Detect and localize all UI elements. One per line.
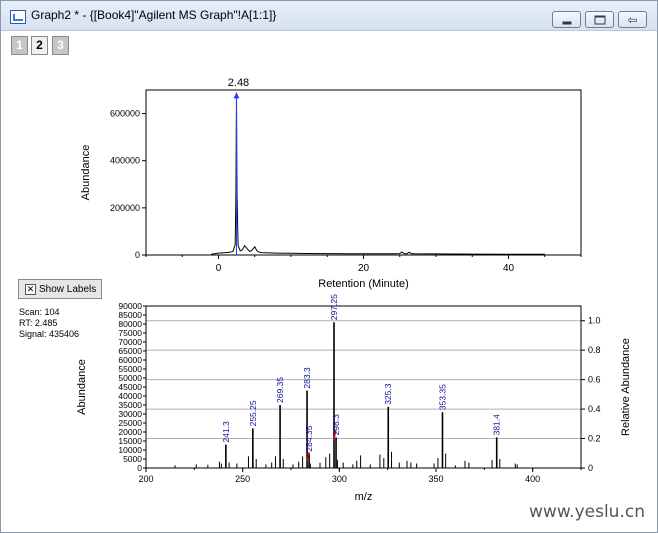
chromatogram-plot-frame xyxy=(145,89,582,256)
peak-mz-label: 297.25 xyxy=(329,294,339,320)
x-axis-label: m/z xyxy=(355,491,373,503)
window-title: Graph2 * - {[Book4]"Agilent MS Graph"!A[… xyxy=(31,8,277,22)
checkbox-icon: ✕ xyxy=(25,284,36,295)
y-tick-label: 400000 xyxy=(110,156,140,166)
peak-mz-label: 381.4 xyxy=(492,414,502,436)
y-tick-label: 40000 xyxy=(118,391,142,401)
peak-mz-label: 298.3 xyxy=(331,414,341,436)
y-tick-label: 65000 xyxy=(118,346,142,356)
y-tick-label: 5000 xyxy=(123,454,142,464)
y-tick-label: 0 xyxy=(137,463,142,473)
maximize-button[interactable] xyxy=(585,11,614,28)
title-bar[interactable]: Graph2 * - {[Book4]"Agilent MS Graph"!A[… xyxy=(1,1,657,31)
peak-label: 2.48 xyxy=(228,77,249,89)
y-tick-label: 75000 xyxy=(118,328,142,338)
rt-marker-arrow xyxy=(233,92,240,99)
restore-icon: ⇦ xyxy=(627,12,638,27)
y-tick-label: 55000 xyxy=(118,364,142,374)
minimize-button[interactable] xyxy=(552,11,581,28)
show-labels-label: Show Labels xyxy=(39,284,97,295)
y-tick-label: 20000 xyxy=(118,427,142,437)
y-tick-label: 70000 xyxy=(118,337,142,347)
graph-window-icon[interactable] xyxy=(10,10,26,24)
layer-tab-2[interactable]: 2 xyxy=(31,36,48,55)
scan-number: Scan: 104 xyxy=(19,307,60,317)
graph-window: Graph2 * - {[Book4]"Agilent MS Graph"!A[… xyxy=(0,0,658,533)
peak-mz-label: 269.35 xyxy=(275,377,285,403)
watermark-text: www.yeslu.cn xyxy=(529,502,645,522)
y-tick-label: 10000 xyxy=(118,445,142,455)
peak-mz-label: 325.3 xyxy=(383,383,393,405)
mass-spectrum-chart[interactable]: 200 250 300 350 4000500010000150002000025000… xyxy=(1,1,657,532)
y-tick-label: 90000 xyxy=(118,301,142,311)
y-tick-label: 45000 xyxy=(118,382,142,392)
x-tick-label: 400 xyxy=(525,474,540,484)
x-tick-label: 20 xyxy=(358,263,370,274)
y2-tick-label: 0.2 xyxy=(588,434,601,444)
x-axis-label: Retention (Minute) xyxy=(318,278,409,290)
spectrum-plot-frame xyxy=(145,305,582,469)
y-tick-label: 30000 xyxy=(118,409,142,419)
isotope-highlight-line xyxy=(306,451,310,461)
show-labels-button[interactable]: ✕ Show Labels xyxy=(18,279,102,299)
y-axis-label: Abundance xyxy=(80,145,92,201)
x-tick-label: 200 xyxy=(138,474,153,484)
x-tick-label: 40 xyxy=(503,263,515,274)
chromatogram-trace xyxy=(211,92,545,255)
y-axis-label: Abundance xyxy=(76,359,88,415)
peak-mz-label: 353.35 xyxy=(437,384,447,410)
chromatogram-chart[interactable]: 0 20 40 0 200000 400000 600000 Retention (Minut… xyxy=(1,1,657,301)
x-tick-label: 300 xyxy=(332,474,347,484)
x-tick-label: 0 xyxy=(216,263,222,274)
peak-mz-label: 241.3 xyxy=(221,421,231,443)
maximize-icon xyxy=(594,15,605,24)
isotope-highlight-line xyxy=(333,430,337,440)
y-tick-label: 25000 xyxy=(118,418,142,428)
y-tick-label: 600000 xyxy=(110,109,140,119)
y-tick-label: 60000 xyxy=(118,355,142,365)
y2-tick-label: 1.0 xyxy=(588,316,601,326)
y-tick-label: 80000 xyxy=(118,319,142,329)
y2-tick-label: 0.8 xyxy=(588,345,601,355)
y2-tick-label: 0 xyxy=(588,463,593,473)
y-tick-label: 0 xyxy=(135,250,140,260)
y-tick-label: 200000 xyxy=(110,203,140,213)
y-tick-label: 85000 xyxy=(118,310,142,320)
y2-tick-label: 0.6 xyxy=(588,375,601,385)
y2-axis-label: Relative Abundance xyxy=(620,338,632,436)
retention-time: RT: 2.485 xyxy=(19,318,58,328)
signal-value: Signal: 435406 xyxy=(19,329,80,339)
y-tick-label: 15000 xyxy=(118,436,142,446)
x-tick-label: 350 xyxy=(428,474,443,484)
minimize-icon xyxy=(562,21,571,24)
y-tick-label: 50000 xyxy=(118,373,142,383)
restore-button[interactable]: ⇦ xyxy=(618,11,647,28)
layer-tab-1[interactable]: 1 xyxy=(11,36,28,55)
peak-mz-label: 284.35 xyxy=(304,425,314,451)
layer-tab-3[interactable]: 3 xyxy=(52,36,69,55)
x-tick-label: 250 xyxy=(235,474,250,484)
y-tick-label: 35000 xyxy=(118,400,142,410)
y2-tick-label: 0.4 xyxy=(588,404,601,414)
peak-mz-label: 255.25 xyxy=(248,400,258,426)
peak-mz-label: 283.3 xyxy=(302,367,312,389)
